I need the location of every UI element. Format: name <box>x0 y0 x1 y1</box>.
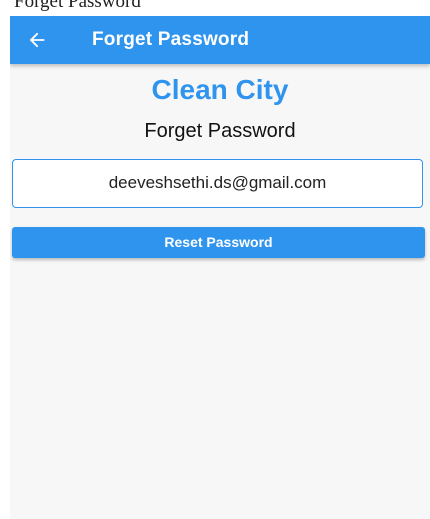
email-field[interactable]: deeveshsethi.ds@gmail.com <box>12 159 423 208</box>
brand-title: Clean City <box>151 74 289 105</box>
app-bar: Forget Password <box>10 16 430 64</box>
reset-password-button[interactable]: Reset Password <box>12 227 425 258</box>
app-bar-title: Forget Password <box>92 29 250 50</box>
page-title: Forget Password <box>144 120 296 142</box>
arrow-back-icon[interactable] <box>26 29 48 51</box>
caption-text: Forget Password <box>14 0 141 12</box>
caption-strip: Forget Password <box>0 0 430 16</box>
app-screen: Forget Password Clean City Forget Passwo… <box>10 16 430 519</box>
